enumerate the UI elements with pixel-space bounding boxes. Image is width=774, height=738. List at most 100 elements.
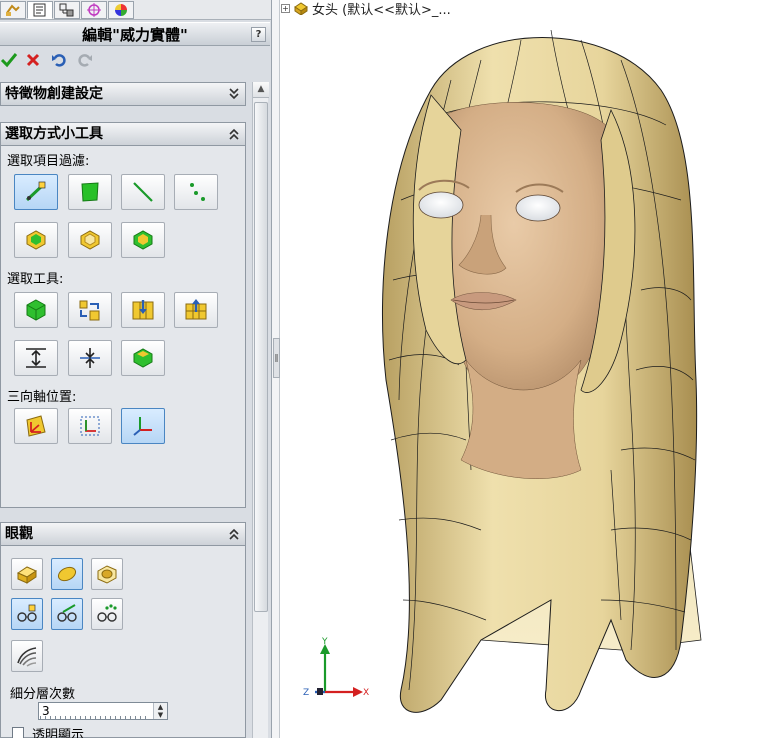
smooth-ellipse-icon	[57, 566, 77, 582]
contract-vertical-icon	[80, 348, 100, 368]
crosshair-icon	[87, 3, 101, 17]
filter-label: 選取項目過濾:	[7, 154, 90, 169]
cube-icon	[26, 299, 46, 321]
select-column-button[interactable]	[121, 292, 165, 328]
right-eye	[515, 194, 561, 222]
open-face-icon	[133, 348, 153, 368]
scroll-thumb[interactable]	[254, 102, 268, 612]
glasses-edges-icon	[57, 604, 77, 622]
section-title: 眼觀	[5, 526, 33, 542]
tree-item-label: 女头 (默认<<默认>_...	[312, 2, 451, 18]
triad-x-label: X	[363, 688, 369, 698]
row-select-icon	[185, 299, 207, 320]
tools-label: 選取工具:	[7, 272, 64, 287]
face-group-icon	[26, 230, 46, 250]
property-sheet-icon	[33, 3, 46, 17]
triad-label: 三向軸位置:	[7, 390, 77, 405]
left-eye	[418, 191, 464, 219]
triad-world-icon	[26, 415, 46, 437]
selection-tools-body: 選取項目過濾: 選取工具: 三向軸位置:	[0, 146, 246, 508]
tab-feature-manager[interactable]	[0, 1, 26, 19]
triad-default-icon	[133, 417, 152, 436]
double-chevron-up-icon	[229, 128, 239, 140]
filter-vertex-edge-button[interactable]	[14, 174, 58, 210]
close-icon	[26, 53, 40, 67]
triad-local-icon	[80, 416, 100, 436]
tab-display-manager[interactable]	[108, 1, 134, 19]
checkmark-icon	[0, 53, 18, 68]
filter-face-button[interactable]	[68, 174, 112, 210]
filter-loop-button[interactable]	[68, 222, 112, 258]
expand-vertical-icon	[26, 348, 46, 368]
app-window: 編輯"威力實體" ? 特徵物創建設定 選取方式小工具 選取項目過濾: 選取工具:…	[0, 0, 774, 738]
select-body-button[interactable]	[14, 292, 58, 328]
confirm-toolbar	[0, 48, 270, 72]
vertex-filter-icon	[190, 183, 205, 201]
help-button[interactable]: ?	[251, 27, 266, 42]
tab-property-manager[interactable]	[27, 1, 53, 19]
transparent-label: 透明顯示	[32, 728, 85, 738]
double-chevron-up-icon	[229, 528, 239, 540]
expand-icon[interactable]: +	[281, 3, 290, 13]
filter-face-group-button[interactable]	[14, 222, 58, 258]
undo-button[interactable]	[50, 51, 68, 69]
display-shaded-button[interactable]	[11, 558, 43, 590]
column-select-icon	[132, 300, 154, 320]
section-title: 選取方式小工具	[5, 126, 103, 142]
panel-collapse-grip[interactable]: ‖	[273, 338, 280, 378]
surface-lines-icon	[17, 647, 37, 667]
filter-edge-button[interactable]	[121, 174, 165, 210]
select-open-face-button[interactable]	[121, 340, 165, 376]
filter-vertex-button[interactable]	[174, 174, 218, 210]
loop-filter-icon	[80, 230, 100, 250]
scroll-up-button[interactable]: ▲	[253, 82, 269, 98]
filter-region-button[interactable]	[121, 222, 165, 258]
triad-y-label: Y	[321, 637, 328, 647]
configuration-icon	[59, 3, 74, 17]
tab-configuration-manager[interactable]	[54, 1, 80, 19]
part-icon	[294, 2, 308, 15]
redo-button[interactable]	[76, 51, 94, 69]
section-selection-tools-header[interactable]: 選取方式小工具	[0, 122, 246, 146]
display-glasses-points-button[interactable]	[91, 598, 123, 630]
section-display-header[interactable]: 眼觀	[0, 522, 246, 546]
transparent-checkbox[interactable]	[12, 727, 24, 738]
tab-dimxpert-manager[interactable]	[81, 1, 107, 19]
display-glasses-edges-button[interactable]	[51, 598, 83, 630]
panel-scrollbar[interactable]: ▲	[252, 82, 269, 738]
redo-icon	[78, 54, 92, 67]
triad-world-button[interactable]	[14, 408, 58, 444]
section-feature-settings-header[interactable]: 特徵物創建設定	[0, 82, 246, 106]
grid-arrows-icon	[79, 300, 100, 321]
property-manager-panel: 編輯"威力實體" ? 特徵物創建設定 選取方式小工具 選取項目過濾: 選取工具:…	[0, 0, 272, 738]
display-glasses-control-button[interactable]	[11, 598, 43, 630]
graphics-viewport[interactable]: + 女头 (默认<<默认>_... Y X Z	[281, 0, 774, 738]
cancel-button[interactable]	[24, 51, 42, 69]
display-box-mode-button[interactable]	[91, 558, 123, 590]
feature-tree-root[interactable]: + 女头 (默认<<默认>_...	[281, 0, 451, 18]
manager-tab-strip	[0, 0, 271, 20]
ok-button[interactable]	[0, 51, 18, 69]
expand-vertical-button[interactable]	[14, 340, 58, 376]
select-row-button[interactable]	[174, 292, 218, 328]
triad-default-button[interactable]	[121, 408, 165, 444]
color-wheel-icon	[115, 4, 127, 16]
undo-icon	[52, 54, 66, 67]
grow-selection-button[interactable]	[68, 292, 112, 328]
reference-triad: Y X Z	[303, 637, 369, 698]
triad-local-button[interactable]	[68, 408, 112, 444]
feature-tree-icon	[6, 4, 20, 16]
face-filter-icon	[81, 182, 99, 202]
section-title: 特徵物創建設定	[5, 86, 103, 102]
subdivision-spinner[interactable]: ▲ ▼	[153, 703, 167, 719]
vertex-edge-filter-icon	[25, 181, 46, 202]
triad-z-label: Z	[303, 688, 309, 698]
display-smooth-button[interactable]	[51, 558, 83, 590]
female-head-model[interactable]	[281, 0, 774, 738]
edge-filter-icon	[133, 182, 153, 202]
glasses-icon	[17, 604, 37, 622]
region-filter-icon	[133, 230, 153, 250]
contract-vertical-button[interactable]	[68, 340, 112, 376]
display-surface-lines-button[interactable]	[11, 640, 43, 672]
subdivision-slider-ticks	[40, 716, 150, 720]
